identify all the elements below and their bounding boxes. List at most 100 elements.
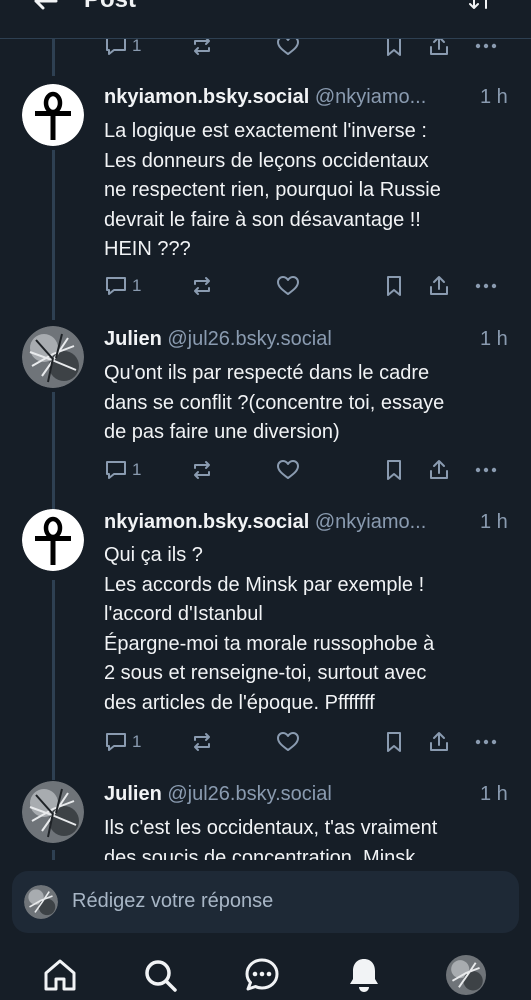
display-name[interactable]: nkyiamon.bsky.social bbox=[104, 511, 309, 533]
reply-button[interactable]: 1 bbox=[104, 727, 141, 757]
more-button[interactable] bbox=[474, 455, 498, 485]
timestamp: 1 h bbox=[480, 511, 508, 533]
repost-button[interactable] bbox=[190, 455, 214, 485]
text-line: La logique est exactement l'inverse : bbox=[104, 120, 427, 142]
share-button[interactable] bbox=[428, 455, 450, 485]
repost-icon bbox=[194, 461, 210, 479]
text-line: des articles de l'époque. Pfffffff bbox=[104, 691, 375, 714]
post-header: nkyiamon.bsky.social @nkyiamo... bbox=[104, 511, 484, 534]
bookmark-icon bbox=[387, 276, 401, 296]
reply-count: 1 bbox=[132, 36, 142, 55]
top-bar: Post bbox=[0, 0, 531, 39]
heart-icon bbox=[277, 732, 299, 751]
bookmark-button[interactable] bbox=[383, 455, 405, 485]
text-line: Épargne-moi ta morale russophobe à bbox=[104, 632, 435, 655]
timestamp: 1 h bbox=[480, 783, 508, 805]
timestamp: 1 h bbox=[480, 328, 508, 350]
ankh-icon bbox=[22, 84, 84, 146]
like-button[interactable] bbox=[276, 455, 300, 485]
text-line: de pas faire une diversion) bbox=[104, 421, 340, 443]
tree-photo-icon bbox=[22, 781, 84, 843]
notifications-icon[interactable] bbox=[344, 955, 384, 995]
reply-icon bbox=[106, 277, 126, 295]
text-line: Les accords de Minsk par exemple ! bbox=[104, 573, 425, 596]
reply-button[interactable]: 1 bbox=[104, 271, 141, 301]
post-text: Qui ça ils ? Les accords de Minsk par ex… bbox=[104, 541, 514, 718]
more-button[interactable] bbox=[474, 727, 498, 757]
post-header: Julien @jul26.bsky.social bbox=[104, 783, 484, 806]
chat-icon[interactable] bbox=[242, 955, 282, 995]
reply-composer[interactable]: Rédigez votre réponse bbox=[12, 871, 519, 933]
ankh-avatar[interactable] bbox=[22, 509, 84, 571]
reply-icon bbox=[106, 461, 126, 479]
post-actions: 1 bbox=[0, 455, 531, 485]
like-button[interactable] bbox=[276, 727, 300, 757]
repost-icon bbox=[194, 733, 210, 751]
text-line: ne respectent rien, pourquoi la Russie bbox=[104, 179, 441, 201]
text-line: 2 sous et renseigne-toi, surtout avec bbox=[104, 662, 427, 684]
display-name[interactable]: nkyiamon.bsky.social bbox=[104, 86, 309, 108]
repost-button[interactable] bbox=[190, 727, 214, 757]
repost-icon bbox=[194, 277, 210, 295]
user-avatar bbox=[24, 885, 58, 919]
share-button[interactable] bbox=[428, 271, 450, 301]
tree-photo-avatar[interactable] bbox=[22, 326, 84, 388]
text-line: Les donneurs de leçons occidentaux bbox=[104, 149, 429, 172]
handle[interactable]: @jul26.bsky.social bbox=[167, 328, 331, 350]
tree-photo-avatar[interactable] bbox=[22, 781, 84, 843]
share-icon bbox=[430, 732, 448, 751]
tree-photo-icon bbox=[22, 326, 84, 388]
home-icon[interactable] bbox=[40, 955, 80, 995]
post-text: Qu'ont ils par respecté dans le cadre da… bbox=[104, 359, 514, 448]
more-dots-icon bbox=[475, 739, 497, 745]
thread-line bbox=[52, 392, 55, 510]
post-header: nkyiamon.bsky.social @nkyiamo... bbox=[104, 86, 484, 109]
text-line: devrait le faire à son désavantage !! bbox=[104, 208, 421, 231]
like-button[interactable] bbox=[276, 271, 300, 301]
bookmark-icon bbox=[387, 460, 401, 480]
ankh-avatar[interactable] bbox=[22, 84, 84, 146]
search-icon[interactable] bbox=[140, 955, 180, 995]
page-title: Post bbox=[84, 0, 136, 14]
display-name[interactable]: Julien bbox=[104, 328, 162, 350]
reply-icon bbox=[106, 733, 126, 751]
more-dots-icon bbox=[475, 283, 497, 289]
reply-count: 1 bbox=[132, 732, 142, 751]
share-icon bbox=[430, 460, 448, 479]
timestamp: 1 h bbox=[480, 86, 508, 108]
display-name[interactable]: Julien bbox=[104, 783, 162, 805]
sort-icon[interactable] bbox=[468, 0, 496, 14]
post-text: La logique est exactement l'inverse : Le… bbox=[104, 117, 514, 265]
post-actions: 1 bbox=[0, 271, 531, 301]
handle[interactable]: @jul26.bsky.social bbox=[167, 783, 331, 805]
bottom-nav bbox=[0, 945, 531, 1000]
post-actions: 1 bbox=[0, 727, 531, 757]
profile-avatar[interactable] bbox=[446, 955, 486, 995]
text-line: dans se conflit ?(concentre toi, essaye bbox=[104, 391, 445, 414]
repost-button[interactable] bbox=[190, 271, 214, 301]
more-dots-icon bbox=[475, 467, 497, 473]
reply-placeholder[interactable]: Rédigez votre réponse bbox=[72, 890, 273, 913]
heart-icon bbox=[277, 276, 299, 295]
ankh-icon bbox=[22, 509, 84, 571]
bookmark-icon bbox=[387, 732, 401, 752]
share-button[interactable] bbox=[428, 727, 450, 757]
text-line: Qu'ont ils par respecté dans le cadre bbox=[104, 362, 430, 384]
text-line: HEIN ??? bbox=[104, 238, 191, 260]
tree-photo-icon bbox=[24, 885, 58, 919]
reply-count: 1 bbox=[132, 460, 142, 479]
handle[interactable]: @nkyiamo... bbox=[315, 511, 426, 533]
more-button[interactable] bbox=[474, 271, 498, 301]
bookmark-button[interactable] bbox=[383, 727, 405, 757]
bookmark-button[interactable] bbox=[383, 271, 405, 301]
handle[interactable]: @nkyiamo... bbox=[315, 86, 426, 108]
text-line: Ils c'est les occidentaux, t'as vraiment bbox=[104, 817, 438, 839]
reply-button[interactable]: 1 bbox=[104, 455, 141, 485]
post-header: Julien @jul26.bsky.social bbox=[104, 328, 484, 351]
text-line: l'accord d'Istanbul bbox=[104, 603, 263, 625]
reply-count: 1 bbox=[132, 276, 142, 295]
heart-icon bbox=[277, 460, 299, 479]
text-line: Qui ça ils ? bbox=[104, 544, 203, 566]
share-icon bbox=[430, 276, 448, 295]
back-arrow-icon[interactable] bbox=[30, 0, 60, 16]
